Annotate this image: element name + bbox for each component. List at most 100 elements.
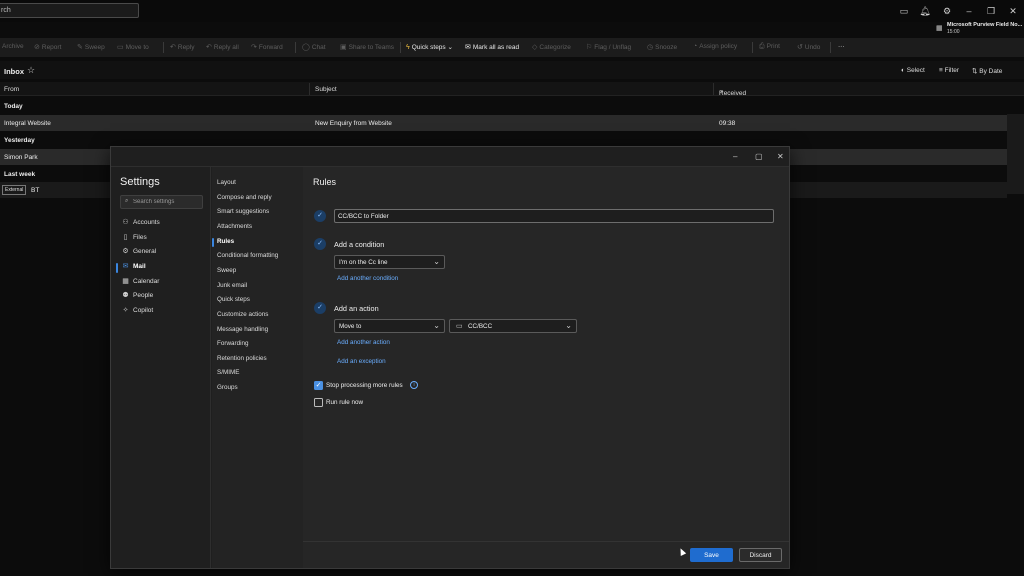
section-attachments[interactable]: Attachments [217,223,252,230]
category-files[interactable]: ▯ Files [121,233,207,245]
person-icon: ⚇ [122,219,129,226]
save-button[interactable]: Save [690,548,733,562]
column-subject[interactable]: Subject [315,86,337,93]
info-icon[interactable]: i [410,381,418,389]
discard-button[interactable]: Discard [739,548,782,562]
chat-icon: ◯ [302,44,310,51]
folder-icon: ▭ [456,323,463,330]
category-copilot[interactable]: ✧ Copilot [121,306,207,318]
account-info[interactable]: ▦ Microsoft Purview Field No... 15:00 [936,21,1024,37]
folder-dropdown[interactable]: ▭ CC/BCC ⌄ [449,319,577,333]
mail-sections: Layout Compose and reply Smart suggestio… [212,167,303,568]
archive-button[interactable]: Archive [2,43,24,50]
section-quick-steps[interactable]: Quick steps [217,296,250,303]
column-received[interactable]: Received ⌄ [719,86,746,97]
run-rule-now-checkbox[interactable] [314,398,323,407]
category-general[interactable]: ⚙ General [121,247,207,259]
gear-icon[interactable]: ⚙ [941,5,953,17]
calendar-icon: ▦ [936,25,943,32]
categorize-button[interactable]: ◇ Categorize [532,43,571,51]
restore-icon[interactable]: ❐ [985,5,997,17]
section-retention-policies[interactable]: Retention policies [217,355,267,362]
list-scrollbar[interactable] [1007,114,1024,194]
close-icon[interactable]: ✕ [777,152,784,161]
my-day-icon[interactable]: ▭ [898,5,910,17]
title-bar: rch ▭ 🔔︎ ⚙ – ❐ ✕ [0,0,1024,22]
calendar-icon: ▦ [122,278,129,285]
section-conditional-formatting[interactable]: Conditional formatting [217,252,278,259]
reply-all-button[interactable]: ↶ Reply all [206,43,239,51]
column-from[interactable]: From [4,86,19,93]
category-mail[interactable]: ✉ Mail [121,262,207,274]
lightning-icon: ϟ [406,44,410,51]
chat-button[interactable]: ◯ Chat [302,43,326,51]
account-time: 15:00 [947,29,960,35]
section-smime[interactable]: S/MIME [217,369,239,376]
bell-icon[interactable]: 🔔︎ [919,5,931,17]
minimize-icon[interactable]: – [963,5,975,17]
restore-icon[interactable]: ▢ [755,152,763,161]
filter-button[interactable]: ≡ Filter [939,67,959,74]
settings-title: Settings [120,176,160,188]
column-divider [713,83,714,95]
checkmark-icon: ✓ [314,302,326,314]
add-exception-link[interactable]: Add an exception [337,358,386,365]
settings-search-input[interactable] [133,197,201,207]
close-icon[interactable]: ✕ [1007,5,1019,17]
select-button[interactable]: ◐ Select [901,67,925,74]
run-rule-now-label: Run rule now [326,399,364,406]
section-smart-suggestions[interactable]: Smart suggestions [217,208,269,215]
more-options-icon[interactable]: ··· [838,43,845,50]
add-action-link[interactable]: Add another action [337,339,390,346]
ribbon-toolbar: Archive ⊘ Report ✎ Sweep ▭ Move to ↶ Reply ↶… [0,38,1024,57]
section-sweep[interactable]: Sweep [217,267,236,274]
section-groups[interactable]: Groups [217,384,238,391]
mail-row[interactable]: Integral Website New Enquiry from Websit… [0,115,1007,131]
section-junk-email[interactable]: Junk email [217,282,247,289]
reply-button[interactable]: ↶ Reply [170,43,195,51]
report-icon: ⊘ [34,44,40,51]
star-icon[interactable]: ☆ [27,65,35,76]
checkmark-icon: ✓ [314,210,326,222]
group-yesterday: Yesterday [4,137,35,144]
section-customize-actions[interactable]: Customize actions [217,311,268,318]
ribbon-divider [400,42,401,53]
stop-processing-checkbox[interactable]: ✓ [314,381,323,390]
mail-from: BT [31,187,40,194]
section-forwarding[interactable]: Forwarding [217,340,249,347]
flag-button[interactable]: ⚐ Flag / Unflag [586,43,631,51]
snooze-button[interactable]: ◷ Snooze [647,43,677,51]
forward-button[interactable]: ↷ Forward [251,43,283,51]
print-button[interactable]: ⎙ Print [759,43,780,51]
action-dropdown[interactable]: Move to ⌄ [334,319,445,333]
teams-icon: ▣ [340,44,347,51]
mark-all-read-button[interactable]: ✉ Mark all as read [465,43,519,51]
category-people[interactable]: ⚉ People [121,291,207,303]
rule-name-input[interactable] [334,209,774,223]
sweep-button[interactable]: ✎ Sweep [77,43,105,51]
report-button[interactable]: ⊘ Report [34,43,61,51]
section-rules[interactable]: Rules [217,238,234,245]
undo-button[interactable]: ↺ Undo [797,43,820,51]
section-compose-reply[interactable]: Compose and reply [217,194,272,201]
share-to-teams-button[interactable]: ▣ Share to Teams [340,43,394,51]
condition-dropdown[interactable]: I'm on the Cc line ⌄ [334,255,445,269]
add-condition-link[interactable]: Add another condition [337,275,398,282]
section-message-handling[interactable]: Message handling [217,326,268,333]
chevron-down-icon: ⌄ [433,321,440,330]
category-calendar[interactable]: ▦ Calendar [121,277,207,289]
flag-icon: ⚐ [586,44,593,51]
minimize-icon[interactable]: – [733,152,737,161]
assign-policy-button[interactable]: ◔ Assign policy [693,43,737,50]
global-search-input[interactable]: rch [0,3,139,18]
move-to-button[interactable]: ▭ Move to [117,43,149,51]
category-accounts[interactable]: ⚇ Accounts [121,218,207,230]
clock-icon: ◷ [647,44,654,51]
mail-icon: ✉ [122,263,129,270]
section-layout[interactable]: Layout [217,179,236,186]
sort-button[interactable]: ⇅ By Date [972,67,1002,75]
quick-steps-button[interactable]: ϟ Quick steps ⌄ [406,43,453,51]
group-today: Today [4,103,23,110]
reply-all-icon: ↶ [206,44,212,51]
settings-search[interactable]: ⌕ [120,195,203,209]
